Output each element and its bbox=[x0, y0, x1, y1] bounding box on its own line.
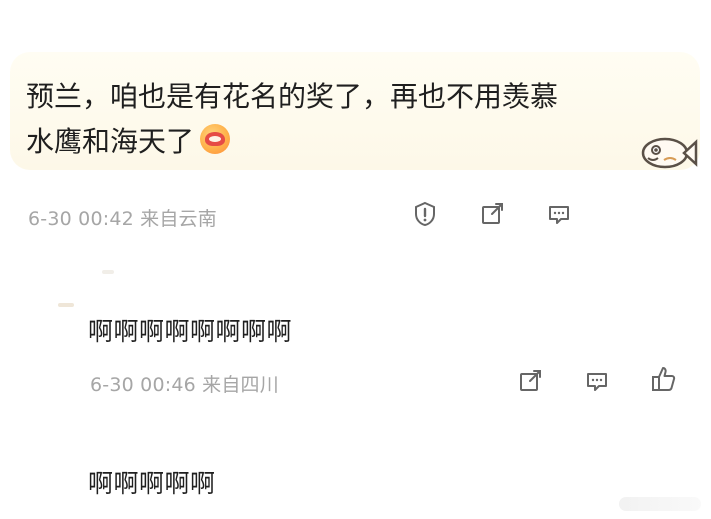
hugging-face-icon bbox=[200, 124, 231, 154]
reply-decoration bbox=[102, 270, 114, 274]
like-icon[interactable] bbox=[649, 364, 679, 394]
report-icon[interactable] bbox=[410, 199, 440, 229]
reply-text: 啊啊啊啊啊 bbox=[88, 469, 216, 498]
comment-icon[interactable] bbox=[582, 366, 612, 396]
fish-sticker-icon bbox=[640, 132, 698, 174]
reply-text: 啊啊啊啊啊啊啊啊 bbox=[88, 317, 293, 346]
watermark bbox=[619, 497, 701, 511]
reply-indicator bbox=[58, 303, 74, 307]
comment-meta: 6-30 00:42 来自云南 bbox=[28, 208, 217, 230]
comment-text-line2: 水鹰和海天了 bbox=[26, 125, 195, 158]
comment-text-line1: 预兰，咱也是有花名的奖了，再也不用羡慕 bbox=[26, 80, 559, 113]
reply-meta: 6-30 00:46 来自四川 bbox=[90, 374, 279, 396]
comment-text: 预兰，咱也是有花名的奖了，再也不用羡慕 水鹰和海天了 bbox=[26, 74, 666, 164]
share-icon[interactable] bbox=[477, 199, 507, 229]
comment-icon[interactable] bbox=[544, 199, 574, 229]
share-icon[interactable] bbox=[515, 366, 545, 396]
